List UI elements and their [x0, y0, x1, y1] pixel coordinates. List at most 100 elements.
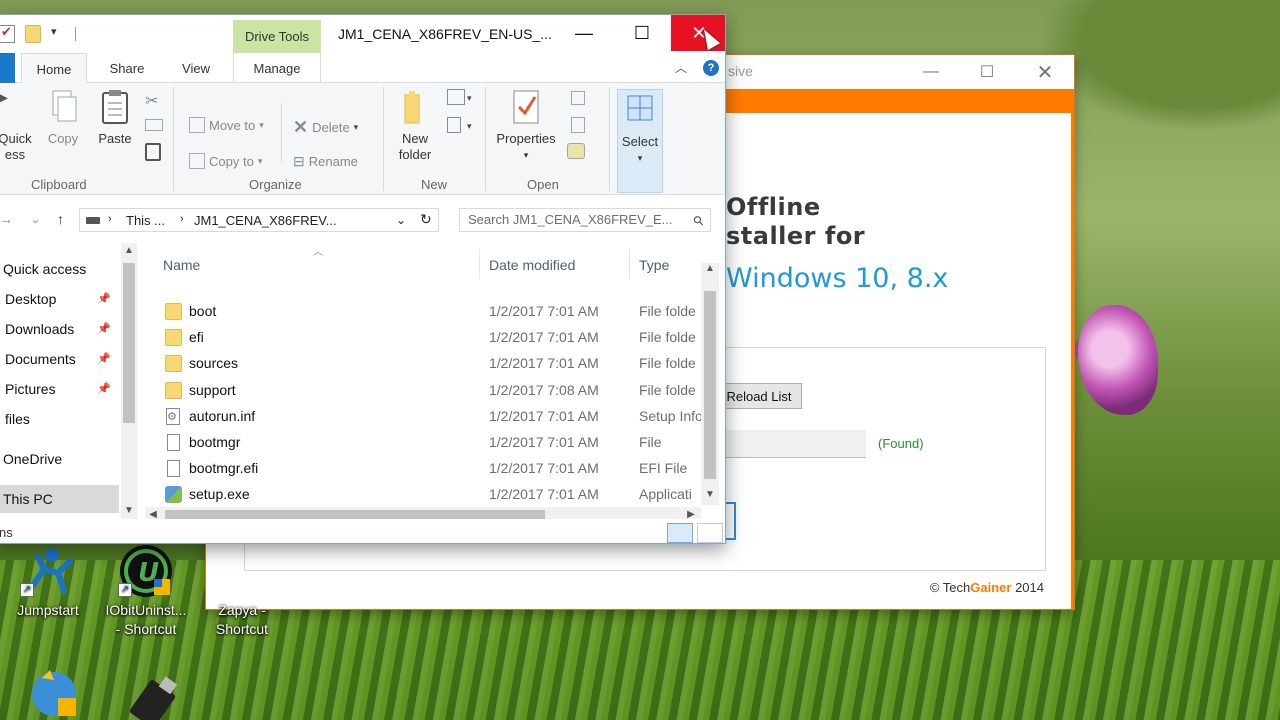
explorer-titlebar[interactable]: ▾ Drive Tools JM1_CENA_X86FREV_EN-US_...…: [0, 15, 725, 53]
delete-button[interactable]: ✕ Delete ▾: [293, 117, 358, 138]
found-path-field[interactable]: [726, 430, 866, 458]
nav-scroll-thumb[interactable]: [123, 263, 135, 423]
details-view-icon[interactable]: [667, 523, 693, 543]
search-input[interactable]: Search JM1_CENA_X86FREV_E... ⚲: [459, 208, 711, 232]
file-row[interactable]: bootmgr.efi 1/2/2017 7:01 AM EFI File: [161, 456, 701, 482]
history-icon[interactable]: [567, 143, 585, 159]
column-divider[interactable]: [479, 249, 480, 279]
new-folder-label-1: New: [401, 131, 428, 146]
pin-label-2: ess: [4, 147, 26, 162]
properties-quick-icon[interactable]: [0, 24, 15, 43]
help-icon[interactable]: ?: [703, 60, 719, 76]
address-input[interactable]: › This ... › JM1_CENA_X86FREV... ⌄ ↻: [79, 208, 439, 232]
minimize-button[interactable]: —: [555, 15, 613, 51]
scroll-down-icon[interactable]: ▼: [121, 505, 137, 516]
new-folder-button[interactable]: New folder: [391, 89, 439, 163]
file-row[interactable]: autorun.inf 1/2/2017 7:01 AM Setup Info: [161, 404, 701, 430]
copy-to-button[interactable]: Copy to ▾: [189, 153, 262, 169]
large-icons-view-icon[interactable]: [697, 523, 723, 543]
file-row[interactable]: sources 1/2/2017 7:01 AM File folde: [161, 351, 701, 377]
select-button[interactable]: Select ▾: [617, 89, 663, 193]
select-label: Select: [621, 134, 659, 149]
column-header-type[interactable]: Type: [639, 257, 669, 273]
breadcrumb-this-pc[interactable]: This ...: [126, 213, 165, 228]
column-header-date[interactable]: Date modified: [489, 257, 575, 273]
scroll-up-icon[interactable]: ▲: [121, 245, 137, 256]
rename-button[interactable]: ⊟ Rename: [293, 153, 358, 170]
tab-view[interactable]: View: [165, 53, 227, 83]
cut-icon[interactable]: ✂: [145, 91, 158, 111]
reload-list-button[interactable]: Reload List: [716, 383, 802, 409]
desktop-icon-zapya[interactable]: Zapya - Shortcut: [192, 543, 292, 639]
nav-documents[interactable]: Documents 📌: [0, 345, 119, 373]
installer-focused-button-edge[interactable]: [726, 502, 736, 540]
nav-this-pc[interactable]: This PC: [0, 485, 119, 513]
desktop-icon-jumpstart[interactable]: ↗ Jumpstart: [0, 543, 98, 620]
copy-to-label: Copy to: [209, 153, 254, 169]
file-list-vertical-scrollbar[interactable]: ▲ ▼: [701, 263, 719, 505]
desktop-icon-partial-2[interactable]: [104, 670, 204, 720]
move-to-button[interactable]: Move to ▾: [189, 117, 264, 133]
file-row[interactable]: boot 1/2/2017 7:01 AM File folde: [161, 299, 701, 325]
file-type: File folde: [639, 329, 696, 346]
paste-button[interactable]: Paste: [93, 89, 137, 147]
file-row[interactable]: setup.exe 1/2/2017 7:01 AM Applicati: [161, 482, 701, 508]
nav-label: Pictures: [5, 381, 56, 397]
tab-home[interactable]: Home: [21, 53, 87, 84]
breadcrumb-current-folder[interactable]: JM1_CENA_X86FREV...: [194, 213, 337, 228]
recent-locations-icon[interactable]: ⌄: [31, 213, 40, 226]
file-row[interactable]: support 1/2/2017 7:08 AM File folde: [161, 378, 701, 404]
new-item-icon[interactable]: [447, 89, 465, 105]
up-icon[interactable]: ↑: [57, 211, 64, 227]
nav-desktop[interactable]: Desktop 📌: [0, 285, 119, 313]
nav-downloads[interactable]: Downloads 📌: [0, 315, 119, 343]
paste-shortcut-icon[interactable]: [145, 143, 161, 161]
maximize-button[interactable]: ☐: [613, 15, 671, 51]
ribbon-divider: [485, 87, 486, 191]
easy-access-icon[interactable]: [447, 117, 461, 133]
refresh-icon[interactable]: ↻: [420, 211, 432, 228]
jumpstart-icon: ↗: [18, 543, 78, 599]
nav-files[interactable]: files: [0, 405, 119, 433]
drive-tools-context-tab: Drive Tools: [233, 20, 321, 53]
nav-scrollbar[interactable]: ▲ ▼: [121, 243, 137, 519]
file-explorer-window[interactable]: ▾ Drive Tools JM1_CENA_X86FREV_EN-US_...…: [0, 14, 726, 544]
ribbon-divider: [173, 87, 174, 191]
address-dropdown-icon[interactable]: ⌄: [396, 213, 406, 227]
new-folder-quick-icon[interactable]: [25, 25, 41, 43]
nav-quick-access[interactable]: Quick access: [3, 255, 127, 283]
installer-minimize-icon[interactable]: —: [908, 57, 954, 87]
ribbon-home: ▸ Quick ess Copy Paste ✂ Clipboard Move …: [0, 83, 725, 195]
nav-onedrive[interactable]: OneDrive: [3, 445, 127, 473]
file-tab[interactable]: [0, 53, 15, 83]
search-icon[interactable]: ⚲: [690, 212, 708, 230]
file-row[interactable]: bootmgr 1/2/2017 7:01 AM File: [161, 430, 701, 456]
collapse-ribbon-icon[interactable]: ︿: [675, 59, 687, 76]
copy-icon: [47, 89, 79, 125]
pin-to-quick-access-button[interactable]: ▸ Quick ess: [0, 88, 35, 163]
forward-icon[interactable]: →: [0, 211, 13, 227]
scroll-down-icon[interactable]: ▼: [702, 489, 718, 500]
installer-maximize-icon[interactable]: ☐: [964, 57, 1010, 87]
column-header-name[interactable]: Name: [163, 257, 200, 273]
desktop-icon-iobit[interactable]: U ↗ IObitUninst... - Shortcut: [96, 543, 196, 639]
file-row[interactable]: efi 1/2/2017 7:01 AM File folde: [161, 325, 701, 351]
tab-manage[interactable]: Manage: [233, 53, 321, 83]
installer-close-icon[interactable]: ✕: [1022, 57, 1068, 87]
nav-pictures[interactable]: Pictures 📌: [0, 375, 119, 403]
file-name: autorun.inf: [189, 407, 256, 424]
open-icon[interactable]: [571, 91, 585, 105]
quick-access-toolbar-dropdown-icon[interactable]: ▾: [51, 25, 57, 38]
tab-share[interactable]: Share: [99, 53, 155, 83]
copy-button[interactable]: Copy: [39, 89, 87, 147]
column-divider[interactable]: [629, 249, 630, 279]
scroll-up-icon[interactable]: ▲: [702, 263, 718, 274]
folder-icon: [165, 355, 182, 373]
file-icon: [167, 434, 180, 451]
properties-button[interactable]: Properties ▾: [493, 89, 559, 163]
desktop-icon-partial-1[interactable]: [4, 668, 104, 720]
edit-icon[interactable]: [571, 117, 585, 133]
copy-path-icon[interactable]: [145, 119, 163, 131]
vertical-scroll-thumb[interactable]: [704, 291, 716, 479]
installer-copyright: © TechGainer 2014: [930, 580, 1044, 595]
